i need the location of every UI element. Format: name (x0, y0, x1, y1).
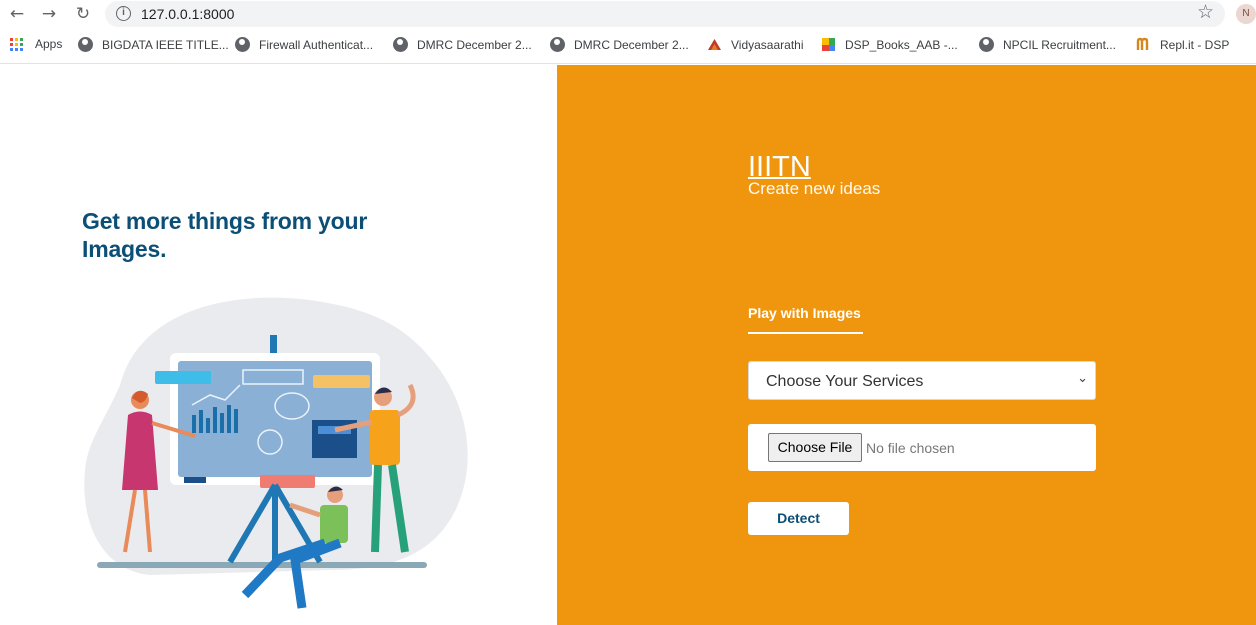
bookmark-label: NPCIL Recruitment... (1003, 37, 1116, 52)
bookmark-vidyasaarathi[interactable]: Vidyasaarathi (707, 37, 804, 52)
globe-icon (979, 37, 994, 52)
browser-toolbar: ← → ↻ i 127.0.0.1:8000 ☆ N (0, 0, 1256, 29)
apps-grid-icon (10, 37, 25, 51)
hero-left-panel: Get more things from your Images. (0, 65, 557, 625)
forward-arrow-icon[interactable]: → (37, 3, 61, 25)
detect-button[interactable]: Detect (748, 502, 849, 535)
bookmarks-bar: Apps BIGDATA IEEE TITLE... Firewall Auth… (0, 29, 1256, 64)
globe-icon (393, 37, 408, 52)
bookmark-apps[interactable]: Apps (10, 37, 62, 51)
section-title: Play with Images (748, 305, 861, 321)
drive-icon (822, 38, 835, 51)
chevron-down-icon: ⌄ (1077, 371, 1088, 386)
bookmark-star-icon[interactable]: ☆ (1197, 1, 1214, 23)
bookmark-dmrc-2[interactable]: DMRC December 2... (550, 37, 689, 52)
services-select-value: Choose Your Services (766, 373, 924, 390)
vidyasaarathi-icon (708, 39, 721, 50)
brand-tagline: Create new ideas (748, 179, 881, 198)
address-bar[interactable]: i 127.0.0.1:8000 ☆ (105, 1, 1225, 27)
back-arrow-icon[interactable]: ← (5, 3, 29, 25)
section-title-underline (748, 332, 863, 334)
bookmark-label: DMRC December 2... (574, 37, 689, 52)
globe-icon (235, 37, 250, 52)
bookmark-npcil[interactable]: NPCIL Recruitment... (979, 37, 1116, 52)
hero-headline: Get more things from your Images. (82, 208, 368, 262)
reload-icon[interactable]: ↻ (71, 3, 95, 25)
action-right-panel: IIITN Create new ideas Play with Images … (557, 65, 1256, 625)
url-text[interactable]: 127.0.0.1:8000 (141, 6, 234, 22)
bookmark-label: DSP_Books_AAB -... (845, 37, 958, 52)
bookmark-bigdata[interactable]: BIGDATA IEEE TITLE... (78, 37, 229, 52)
bookmark-label: DMRC December 2... (417, 37, 532, 52)
file-upload-field: Choose File No file chosen (748, 424, 1096, 471)
replit-icon (1136, 37, 1149, 50)
site-info-icon[interactable]: i (116, 6, 131, 21)
presentation-illustration (84, 297, 468, 609)
globe-icon (550, 37, 565, 52)
profile-avatar[interactable]: N (1236, 4, 1256, 24)
bookmark-label: BIGDATA IEEE TITLE... (102, 37, 229, 52)
bookmark-label: Vidyasaarathi (731, 37, 804, 52)
file-status-text: No file chosen (866, 440, 955, 456)
bookmark-label: Apps (35, 37, 63, 51)
globe-icon (78, 37, 93, 52)
choose-file-button[interactable]: Choose File (768, 433, 862, 462)
bookmark-dsp-books[interactable]: DSP_Books_AAB -... (821, 37, 958, 52)
bookmark-firewall[interactable]: Firewall Authenticat... (235, 37, 373, 52)
bookmark-label: Repl.it - DSP (1160, 37, 1230, 52)
bookmark-dmrc-1[interactable]: DMRC December 2... (393, 37, 532, 52)
bookmark-label: Firewall Authenticat... (259, 37, 374, 52)
services-select[interactable]: Choose Your Services ⌄ (748, 361, 1096, 400)
bookmark-replit[interactable]: Repl.it - DSP (1136, 37, 1229, 52)
